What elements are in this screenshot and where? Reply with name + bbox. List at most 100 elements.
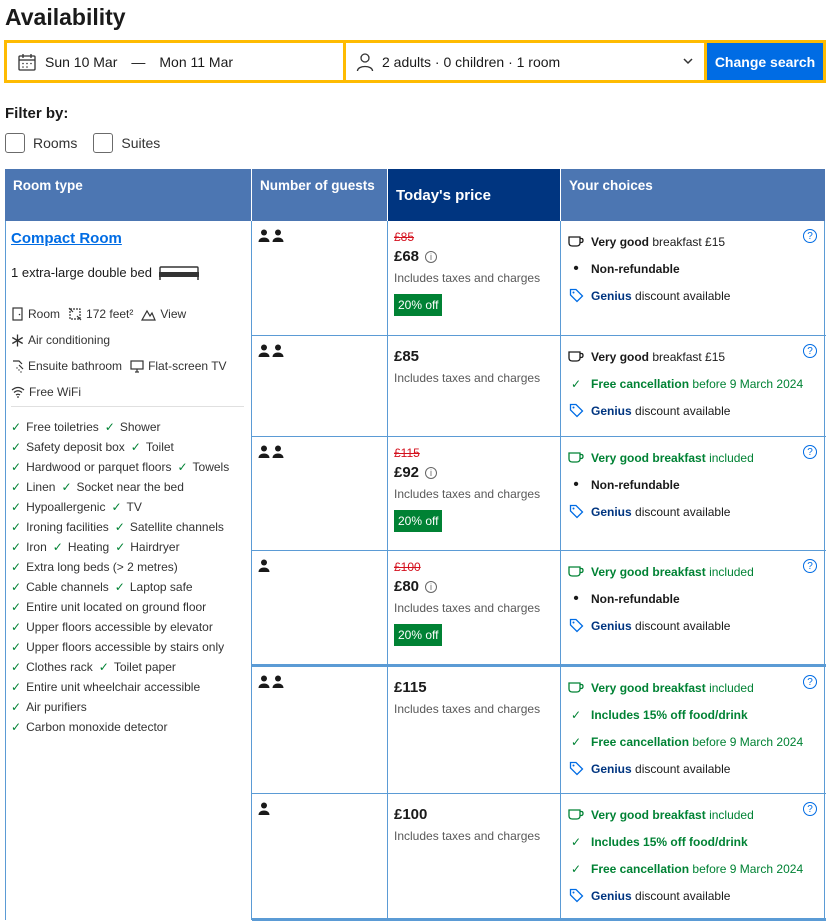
current-price: £115 bbox=[394, 679, 427, 696]
change-search-button[interactable]: Change search bbox=[707, 43, 823, 80]
check-icon: ✓ bbox=[111, 500, 122, 514]
discount-badge: 20% off bbox=[394, 294, 443, 316]
amenity-item: ✓ Satellite channels bbox=[114, 520, 224, 534]
refund-policy: • Non-refundable bbox=[567, 471, 818, 498]
amenity-item: ✓ Iron bbox=[11, 540, 47, 554]
choices-cell: Very good breakfast £15 ✓ Free cancellati… bbox=[561, 336, 825, 436]
breakfast-option: Very good breakfast included bbox=[567, 801, 818, 828]
help-icon[interactable]: ? bbox=[803, 344, 817, 358]
check-out-date: Mon 11 Mar bbox=[159, 53, 234, 70]
genius-discount: Genius discount available bbox=[567, 282, 818, 309]
price-cell: £100 £80 i Includes taxes and charges 20%… bbox=[388, 551, 561, 664]
discount-badge: 20% off bbox=[394, 510, 443, 532]
amenity-list: ✓ Free toiletries ✓ Shower ✓ Safety deposit b… bbox=[11, 417, 251, 737]
genius-discount: Genius discount available bbox=[567, 498, 818, 525]
current-price: £80 i bbox=[394, 578, 554, 595]
filter-suites-label: Suites bbox=[121, 135, 161, 151]
offer-row-3: £115 £92 i Includes taxes and charges 20%… bbox=[252, 437, 826, 551]
help-icon[interactable]: ? bbox=[803, 559, 817, 573]
coffee-cup-icon bbox=[567, 681, 585, 694]
amenity-row: ✓ Hardwood or parquet floors ✓ Towels bbox=[11, 457, 251, 477]
persons-2-icon bbox=[258, 445, 381, 458]
offer-row-4: £100 £80 i Includes taxes and charges 20%… bbox=[252, 551, 826, 667]
filter-label: Filter by: bbox=[5, 105, 69, 122]
amenity-row: ✓ Free toiletries ✓ Shower bbox=[11, 417, 251, 437]
amenity-item: ✓ Upper floors accessible by elevator bbox=[11, 620, 213, 634]
help-icon[interactable]: ? bbox=[803, 802, 817, 816]
refund-policy: • Non-refundable bbox=[567, 585, 818, 612]
amenity-item: ✓ Socket near the bed bbox=[61, 480, 184, 494]
room-name-link[interactable]: Compact Room bbox=[11, 230, 122, 247]
amenity-item: ✓ Extra long beds (> 2 metres) bbox=[11, 560, 178, 574]
table-header: Room type Number of guests Today's price… bbox=[5, 169, 826, 221]
amenity-item: ✓ Hairdryer bbox=[115, 540, 180, 554]
current-price: £68 i bbox=[394, 248, 554, 265]
bed-text: 1 extra-large double bed bbox=[11, 264, 152, 280]
check-icon: ✓ bbox=[11, 680, 22, 694]
page-title: Availability bbox=[5, 4, 126, 30]
header-choices: Your choices bbox=[561, 169, 826, 221]
calendar-icon bbox=[17, 52, 37, 72]
check-icon: ✓ bbox=[11, 640, 22, 654]
facility-size: 172 feet² bbox=[68, 307, 133, 321]
genius-discount: Genius discount available bbox=[567, 397, 818, 424]
amenity-row: ✓ Upper floors accessible by stairs only bbox=[11, 637, 251, 657]
amenity-item: ✓ Air purifiers bbox=[11, 700, 87, 714]
guest-cell bbox=[252, 667, 388, 793]
help-icon[interactable]: ? bbox=[803, 229, 817, 243]
amenity-item: ✓ Clothes rack bbox=[11, 660, 93, 674]
amenity-item: ✓ Safety deposit box bbox=[11, 440, 125, 454]
person-icon bbox=[356, 52, 374, 72]
info-icon[interactable]: i bbox=[425, 250, 438, 263]
filter-suites[interactable]: Suites bbox=[93, 133, 160, 153]
amenity-item: ✓ Ironing facilities bbox=[11, 520, 109, 534]
tax-note: Includes taxes and charges bbox=[394, 702, 541, 716]
check-icon: ✓ bbox=[114, 520, 125, 534]
help-icon[interactable]: ? bbox=[803, 445, 817, 459]
filter-rooms[interactable]: Rooms bbox=[5, 133, 77, 153]
tag-icon bbox=[567, 288, 585, 303]
amenity-item: ✓ Towels bbox=[177, 460, 230, 474]
date-picker[interactable]: Sun 10 Mar — Mon 11 Mar bbox=[7, 43, 343, 80]
guests-selector[interactable]: 2 adults · 0 children · 1 room bbox=[346, 43, 704, 80]
amenity-item: ✓ Laptop safe bbox=[114, 580, 193, 594]
check-icon: ✓ bbox=[11, 600, 22, 614]
size-icon bbox=[68, 307, 82, 321]
check-icon: ✓ bbox=[11, 720, 22, 734]
suites-checkbox[interactable] bbox=[93, 133, 114, 153]
bed-info: 1 extra-large double bed bbox=[11, 264, 200, 280]
breakfast-option: Very good breakfast included bbox=[567, 444, 818, 471]
coffee-cup-icon bbox=[567, 235, 585, 248]
amenity-row: ✓ Clothes rack ✓ Toilet paper bbox=[11, 657, 251, 677]
help-icon[interactable]: ? bbox=[803, 675, 817, 689]
snowflake-icon bbox=[11, 334, 24, 346]
tag-icon bbox=[567, 761, 585, 776]
amenity-item: ✓ Hypoallergenic bbox=[11, 500, 106, 514]
info-icon[interactable]: i bbox=[425, 580, 438, 593]
guest-cell bbox=[252, 437, 388, 550]
choices-cell: Very good breakfast included ✓ Includes 1… bbox=[561, 667, 825, 793]
amenity-row: ✓ Hypoallergenic ✓ TV bbox=[11, 497, 251, 517]
check-icon: ✓ bbox=[98, 660, 109, 674]
filter-options: Rooms Suites bbox=[5, 133, 176, 153]
free-cancellation: ✓ Free cancellation before 9 March 2024 bbox=[567, 728, 818, 755]
food-discount: ✓ Includes 15% off food/drink bbox=[567, 828, 818, 855]
check-icon: ✓ bbox=[177, 460, 188, 474]
filter-rooms-label: Rooms bbox=[33, 135, 78, 151]
bullet-icon: • bbox=[573, 589, 579, 607]
amenity-item: ✓ Cable channels bbox=[11, 580, 109, 594]
offer-row-5: £115 Includes taxes and charges Very goo… bbox=[252, 667, 826, 794]
info-icon[interactable]: i bbox=[425, 466, 438, 479]
check-icon: ✓ bbox=[11, 440, 22, 454]
chevron-down-icon bbox=[682, 54, 694, 70]
door-icon bbox=[12, 307, 23, 321]
check-icon: ✓ bbox=[11, 700, 22, 714]
facility-list: Room 172 feet² View Air conditioning Ens… bbox=[11, 301, 247, 405]
rooms-checkbox[interactable] bbox=[5, 133, 25, 153]
amenity-row: ✓ Ironing facilities ✓ Satellite channels bbox=[11, 517, 251, 537]
price-cell: £85 £68 i Includes taxes and charges 20% … bbox=[388, 221, 561, 335]
amenity-item: ✓ Entire unit located on ground floor bbox=[11, 600, 207, 614]
tax-note: Includes taxes and charges bbox=[394, 271, 541, 285]
amenity-item: ✓ Free toiletries bbox=[11, 420, 99, 434]
amenity-row: ✓ Carbon monoxide detector bbox=[11, 717, 251, 737]
